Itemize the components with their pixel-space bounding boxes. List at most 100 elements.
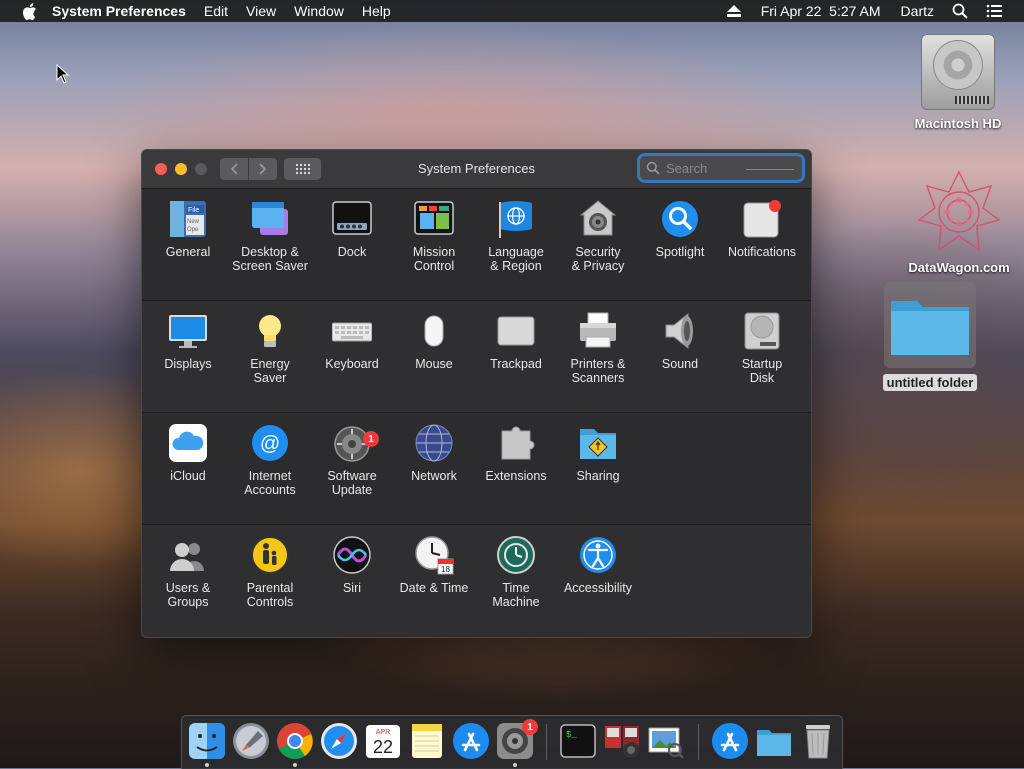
pref-software-update[interactable]: 1 Software Update: [311, 423, 393, 497]
pref-label: Dock: [337, 245, 367, 259]
pref-general[interactable]: File New Ope General: [147, 199, 229, 259]
pref-accessibility[interactable]: Accessibility: [557, 535, 639, 595]
notification-center-icon[interactable]: [968, 3, 1002, 19]
pref-date-time[interactable]: 18 Date & Time: [393, 535, 475, 595]
svg-text:File: File: [188, 207, 199, 214]
folder-icon[interactable]: [755, 722, 793, 760]
folder-icon: [891, 301, 969, 355]
pref-displays[interactable]: Displays: [147, 311, 229, 371]
pref-label: Date & Time: [399, 581, 469, 595]
pref-users-groups[interactable]: Users & Groups: [147, 535, 229, 609]
app-store-icon[interactable]: [452, 722, 490, 760]
menu-bar: System Preferences Edit View Window Help…: [0, 0, 1024, 22]
menu-window[interactable]: Window: [294, 3, 344, 19]
pref-keyboard[interactable]: Keyboard: [311, 311, 393, 371]
window-titlebar[interactable]: System Preferences: [142, 150, 811, 189]
calendar-month: APR: [376, 729, 390, 736]
general-icon: File New Ope: [170, 201, 206, 237]
datawagon-logo-icon: [917, 170, 1001, 252]
energy-saver-icon: [259, 315, 281, 347]
sharing-icon: [580, 429, 616, 459]
pref-label: Accessibility: [563, 581, 633, 595]
launchpad-icon[interactable]: [232, 722, 270, 760]
desktop-item-label: DataWagon.com: [908, 260, 1010, 275]
siri-icon: [333, 536, 371, 574]
pref-dock[interactable]: Dock: [311, 199, 393, 259]
finder-icon[interactable]: [188, 722, 226, 760]
pref-label: iCloud: [170, 469, 206, 483]
desktop-datawagon[interactable]: DataWagon.com: [900, 170, 1018, 275]
pref-extensions[interactable]: Extensions: [475, 423, 557, 483]
menu-help[interactable]: Help: [362, 3, 391, 19]
pref-siri[interactable]: Siri: [311, 535, 393, 595]
search-input[interactable]: [664, 159, 798, 177]
pref-parental-controls[interactable]: Parental Controls: [229, 535, 311, 609]
preview-icon[interactable]: [647, 722, 685, 760]
svg-text:$_: $_: [566, 730, 577, 740]
pref-icloud[interactable]: iCloud: [147, 423, 229, 483]
photo-booth-icon[interactable]: [603, 722, 641, 760]
pref-label: Extensions: [485, 469, 547, 483]
accessibility-icon: [580, 537, 616, 573]
menu-edit[interactable]: Edit: [204, 3, 228, 19]
dock-separator: [698, 724, 699, 760]
apple-icon[interactable]: [20, 2, 38, 20]
desktop-untitled-folder[interactable]: untitled folder: [880, 282, 980, 391]
pref-label: Notifications: [727, 245, 797, 259]
pref-label: Energy Saver: [250, 357, 290, 385]
menu-app-name[interactable]: System Preferences: [52, 3, 186, 19]
internet-accounts-icon: @: [252, 425, 288, 461]
system-preferences-window: System Preferences File New Ope General D…: [141, 149, 812, 638]
menu-user[interactable]: Dartz: [901, 3, 934, 19]
pref-notifications[interactable]: Notifications: [721, 199, 803, 259]
pref-sound[interactable]: Sound: [639, 311, 721, 371]
pref-network[interactable]: Network: [393, 423, 475, 483]
pref-internet-accounts[interactable]: @ Internet Accounts: [229, 423, 311, 497]
displays-icon: [169, 315, 207, 348]
pref-sharing[interactable]: Sharing: [557, 423, 639, 483]
sound-icon: [665, 312, 693, 350]
pref-label: Mission Control: [412, 245, 456, 273]
pref-mouse[interactable]: Mouse: [393, 311, 475, 371]
app-store-folder-icon[interactable]: [711, 722, 749, 760]
notes-icon[interactable]: [408, 722, 446, 760]
desktop-item-label: untitled folder: [882, 374, 978, 391]
date-time-icon: 18: [415, 536, 454, 575]
eject-icon[interactable]: [726, 5, 741, 17]
calendar-icon[interactable]: APR 22: [364, 722, 402, 760]
chrome-icon[interactable]: [276, 722, 314, 760]
menu-view[interactable]: View: [246, 3, 276, 19]
pref-label: Keyboard: [325, 357, 379, 371]
pref-mission-control[interactable]: Mission Control: [393, 199, 475, 273]
pref-security-privacy[interactable]: Security & Privacy: [557, 199, 639, 273]
svg-text:New: New: [187, 219, 200, 225]
pref-label: Startup Disk: [741, 357, 783, 385]
pref-desktop-screen-saver[interactable]: Desktop & Screen Saver: [229, 199, 311, 273]
pref-time-machine[interactable]: Time Machine: [475, 535, 557, 609]
pref-label: Time Machine: [492, 581, 540, 609]
pref-energy-saver[interactable]: Energy Saver: [229, 311, 311, 385]
pref-label: Desktop & Screen Saver: [232, 245, 308, 273]
terminal-icon[interactable]: $_: [559, 722, 597, 760]
update-badge: 1: [363, 431, 379, 447]
desktop-macintosh-hd[interactable]: Macintosh HD: [905, 34, 1011, 131]
spotlight-search-icon[interactable]: [934, 3, 968, 19]
preferences-row: Users & Groups Parental Controls Siri 18…: [142, 525, 811, 636]
mission-control-icon: [414, 201, 454, 235]
running-indicator: [293, 763, 297, 767]
pref-printers-scanners[interactable]: Printers & Scanners: [557, 311, 639, 385]
dock: APR 22 1 $_: [181, 715, 843, 769]
pref-label: Trackpad: [490, 357, 542, 371]
trash-icon[interactable]: [799, 722, 837, 760]
pref-trackpad[interactable]: Trackpad: [475, 311, 557, 371]
pref-language-region[interactable]: Language & Region: [475, 199, 557, 273]
mouse-cursor-icon: [56, 64, 70, 84]
pref-startup-disk[interactable]: Startup Disk: [721, 311, 803, 385]
svg-text:@: @: [260, 433, 280, 455]
search-field[interactable]: [640, 156, 802, 180]
menu-clock[interactable]: Fri Apr 22 5:27 AM: [761, 3, 881, 19]
extensions-icon: [501, 426, 535, 460]
pref-spotlight[interactable]: Spotlight: [639, 199, 721, 259]
safari-icon[interactable]: [320, 722, 358, 760]
pref-label: Mouse: [415, 357, 453, 371]
